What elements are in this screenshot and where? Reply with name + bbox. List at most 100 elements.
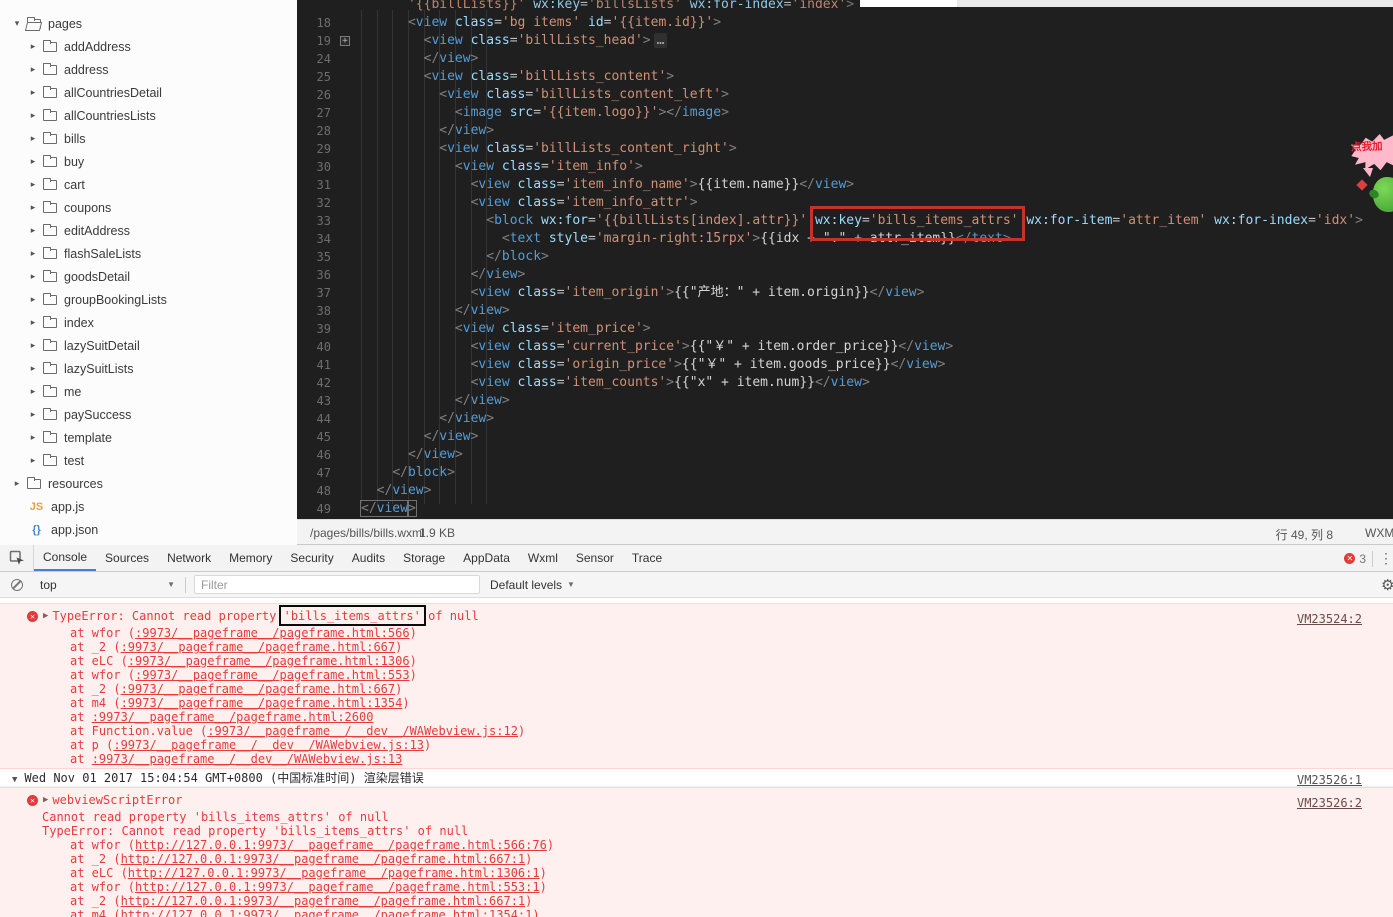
- tab-audits[interactable]: Audits: [343, 545, 394, 571]
- stack-link[interactable]: :9973/__pageframe__/pageframe.html:553: [135, 668, 410, 682]
- line-number: 35: [316, 250, 331, 264]
- console-group-row[interactable]: ▼ Wed Nov 01 2017 15:04:54 GMT+0800 (中国标准…: [0, 769, 1393, 787]
- error-header-row[interactable]: ✕ ▶ webviewScriptError VM23526:2: [0, 791, 1393, 810]
- tree-item-me[interactable]: ▸ me: [0, 380, 297, 403]
- collapse-triangle-icon[interactable]: ▼: [12, 775, 17, 785]
- tree-item-app.js[interactable]: JS app.js: [0, 495, 297, 518]
- tree-item-lazySuitDetail[interactable]: ▸ lazySuitDetail: [0, 334, 297, 357]
- tree-item-bills[interactable]: ▸ bills: [0, 127, 297, 150]
- tree-item-flashSaleLists[interactable]: ▸ flashSaleLists: [0, 242, 297, 265]
- expand-triangle-icon[interactable]: ▶: [43, 607, 48, 626]
- tab-network[interactable]: Network: [158, 545, 220, 571]
- error-header-row[interactable]: ✕ ▶ TypeError: Cannot read property 'bil…: [0, 607, 1393, 626]
- tree-item-groupBookingLists[interactable]: ▸ groupBookingLists: [0, 288, 297, 311]
- log-levels-dropdown[interactable]: Default levels ▼: [490, 578, 575, 592]
- caret-icon[interactable]: ▸: [26, 133, 40, 144]
- tree-item-label: allCountriesLists: [64, 108, 156, 123]
- error-badge-icon[interactable]: ✕: [1344, 553, 1356, 564]
- caret-icon[interactable]: ▸: [26, 455, 40, 466]
- stack-link[interactable]: http://127.0.0.1:9973/__pageframe__/page…: [128, 866, 540, 880]
- tab-memory[interactable]: Memory: [220, 545, 281, 571]
- caret-icon[interactable]: ▸: [26, 386, 40, 397]
- stack-link[interactable]: :9973/__pageframe__/__dev__/WAWebview.js…: [113, 738, 424, 752]
- stack-link[interactable]: :9973/__pageframe__/pageframe.html:667: [121, 682, 396, 696]
- stack-link[interactable]: :9973/__pageframe__/pageframe.html:566: [135, 626, 410, 640]
- tree-item-label: app.js: [51, 499, 85, 514]
- source-location-link[interactable]: VM23524:2: [1297, 610, 1362, 629]
- caret-icon[interactable]: ▸: [26, 248, 40, 259]
- stack-link[interactable]: :9973/__pageframe__/__dev__/WAWebview.js…: [207, 724, 518, 738]
- fold-column: [331, 86, 361, 104]
- devtools-toolbar: Console Sources Network Memory Security Audit…: [0, 545, 1393, 572]
- stack-link[interactable]: :9973/__pageframe__/__dev__/WAWebview.js…: [92, 752, 403, 766]
- language-mode[interactable]: WXML: [1365, 526, 1393, 540]
- tab-console[interactable]: Console: [34, 545, 97, 571]
- tree-item-allCountriesLists[interactable]: ▸ allCountriesLists: [0, 104, 297, 127]
- tree-item-cart[interactable]: ▸ cart: [0, 173, 297, 196]
- console-filter-input[interactable]: [194, 575, 480, 594]
- caret-icon[interactable]: ▸: [26, 179, 40, 190]
- caret-icon[interactable]: ▾: [10, 18, 24, 29]
- tree-item-template[interactable]: ▸ template: [0, 426, 297, 449]
- tree-item-pages[interactable]: ▾ pages: [0, 12, 297, 35]
- stack-link[interactable]: http://127.0.0.1:9973/__pageframe__/page…: [121, 852, 526, 866]
- tree-item-allCountriesDetail[interactable]: ▸ allCountriesDetail: [0, 81, 297, 104]
- code-line: 33 <block wx:for='{{billLists[index].att…: [297, 212, 1393, 230]
- caret-icon[interactable]: ▸: [26, 340, 40, 351]
- code-editor[interactable]: '{{billLists}}' wx:key='billsLists' wx:f…: [297, 0, 1393, 519]
- tab-wxml[interactable]: Wxml: [519, 545, 567, 571]
- caret-icon[interactable]: ▸: [26, 202, 40, 213]
- caret-icon[interactable]: ▸: [26, 317, 40, 328]
- error-count[interactable]: 3: [1359, 552, 1366, 566]
- divider: [185, 576, 186, 593]
- devtools-menu-icon[interactable]: ⋮: [1379, 550, 1393, 567]
- tree-item-editAddress[interactable]: ▸ editAddress: [0, 219, 297, 242]
- toolbar-right: ✕ 3 ⋮: [1344, 545, 1393, 572]
- stack-link[interactable]: :9973/__pageframe__/pageframe.html:1354: [121, 696, 403, 710]
- tree-item-lazySuitLists[interactable]: ▸ lazySuitLists: [0, 357, 297, 380]
- tree-item-addAddress[interactable]: ▸ addAddress: [0, 35, 297, 58]
- tree-item-test[interactable]: ▸ test: [0, 449, 297, 472]
- stack-link[interactable]: http://127.0.0.1:9973/__pageframe__/page…: [135, 880, 540, 894]
- stack-link[interactable]: http://127.0.0.1:9973/__pageframe__/page…: [121, 894, 526, 908]
- tab-sensor[interactable]: Sensor: [567, 545, 623, 571]
- tab-sources[interactable]: Sources: [96, 545, 158, 571]
- caret-icon[interactable]: ▸: [26, 110, 40, 121]
- tree-item-app.json[interactable]: {} app.json: [0, 518, 297, 541]
- tree-item-buy[interactable]: ▸ buy: [0, 150, 297, 173]
- tree-item-goodsDetail[interactable]: ▸ goodsDetail: [0, 265, 297, 288]
- stack-link[interactable]: http://127.0.0.1:9973/__pageframe__/page…: [135, 838, 547, 852]
- line-number: 42: [316, 376, 331, 390]
- caret-icon[interactable]: ▸: [26, 87, 40, 98]
- caret-icon[interactable]: ▸: [26, 156, 40, 167]
- tree-item-address[interactable]: ▸ address: [0, 58, 297, 81]
- fold-plus-icon[interactable]: +: [340, 36, 350, 46]
- stack-link[interactable]: :9973/__pageframe__/pageframe.html:667: [121, 640, 396, 654]
- tree-item-paySuccess[interactable]: ▸ paySuccess: [0, 403, 297, 426]
- caret-icon[interactable]: ▸: [10, 478, 24, 489]
- caret-icon[interactable]: ▸: [26, 64, 40, 75]
- tab-trace[interactable]: Trace: [623, 545, 671, 571]
- stack-link[interactable]: :9973/__pageframe__/pageframe.html:2600: [92, 710, 374, 724]
- caret-icon[interactable]: ▸: [26, 271, 40, 282]
- caret-icon[interactable]: ▸: [26, 363, 40, 374]
- clear-console-icon[interactable]: [11, 578, 23, 591]
- expand-triangle-icon[interactable]: ▶: [43, 791, 48, 810]
- caret-icon[interactable]: ▸: [26, 41, 40, 52]
- source-location-link[interactable]: VM23526:2: [1297, 794, 1362, 813]
- caret-icon[interactable]: ▸: [26, 432, 40, 443]
- stack-link[interactable]: :9973/__pageframe__/pageframe.html:1306: [128, 654, 410, 668]
- tab-storage[interactable]: Storage: [394, 545, 454, 571]
- context-selector[interactable]: top ▼: [40, 578, 175, 592]
- caret-icon[interactable]: ▸: [26, 294, 40, 305]
- settings-gear-icon[interactable]: ⚙: [1381, 576, 1393, 594]
- caret-icon[interactable]: ▸: [26, 409, 40, 420]
- stack-link[interactable]: http://127.0.0.1:9973/__pageframe__/page…: [121, 908, 533, 917]
- tab-security[interactable]: Security: [281, 545, 342, 571]
- caret-icon[interactable]: ▸: [26, 225, 40, 236]
- inspect-element-button[interactable]: [0, 545, 34, 571]
- tab-appdata[interactable]: AppData: [454, 545, 519, 571]
- tree-item-coupons[interactable]: ▸ coupons: [0, 196, 297, 219]
- tree-item-resources[interactable]: ▸ resources: [0, 472, 297, 495]
- tree-item-index[interactable]: ▸ index: [0, 311, 297, 334]
